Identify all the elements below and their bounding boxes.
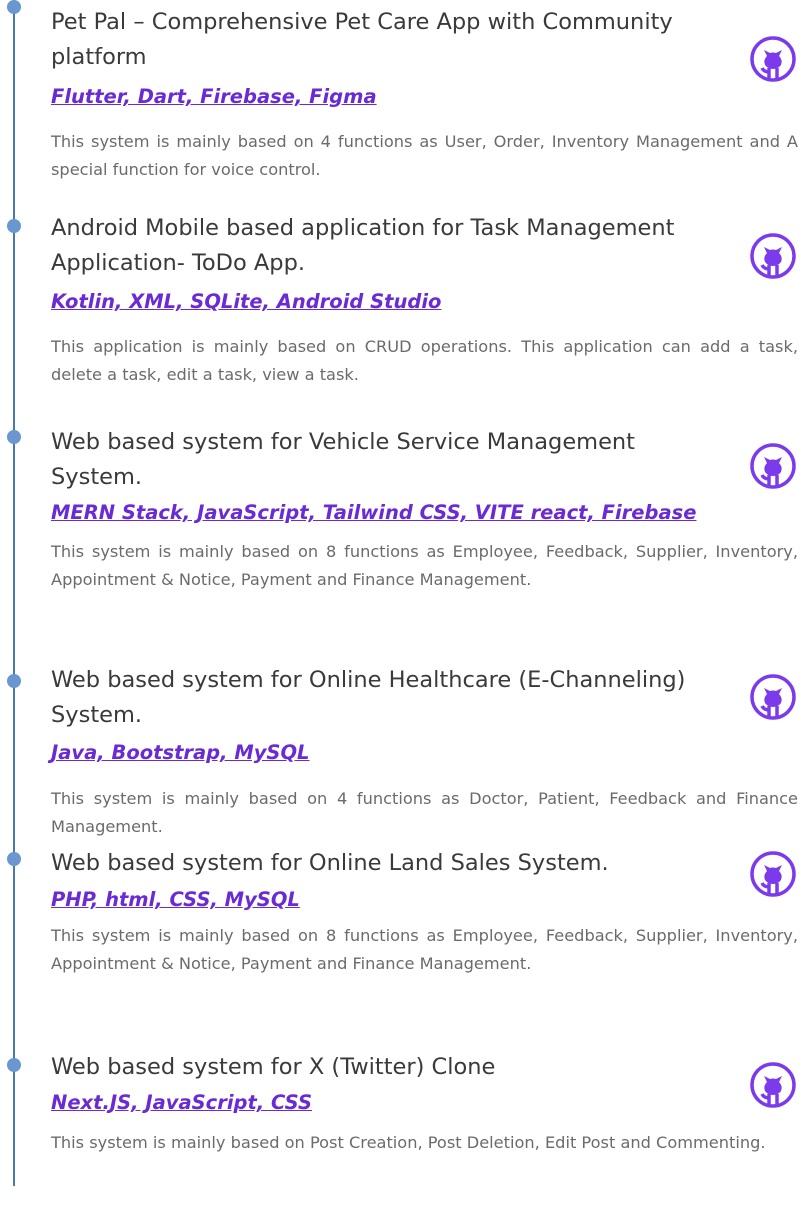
project-description: This system is mainly based on 4 functio… <box>51 789 798 836</box>
project-description: This system is mainly based on 8 functio… <box>51 542 798 589</box>
timeline-dot <box>7 852 21 866</box>
timeline-line <box>13 0 15 1186</box>
timeline-dot <box>7 0 21 14</box>
project-description: This system is mainly based on 8 functio… <box>51 926 798 973</box>
github-icon[interactable] <box>750 233 796 279</box>
project-title: Web based system for Online Healthcare (… <box>51 667 686 728</box>
project-tech-link[interactable]: Next.JS, JavaScript, CSS <box>51 1089 312 1117</box>
project-title: Pet Pal – Comprehensive Pet Care App wit… <box>51 9 673 70</box>
project-title: Android Mobile based application for Tas… <box>51 215 675 276</box>
timeline-dot <box>7 674 21 688</box>
github-icon[interactable] <box>750 674 796 720</box>
project-tech-link[interactable]: Java, Bootstrap, MySQL <box>51 739 309 767</box>
project-tech-link[interactable]: Kotlin, XML, SQLite, Android Studio <box>51 288 441 316</box>
github-icon[interactable] <box>750 851 796 897</box>
project-title: Web based system for Vehicle Service Man… <box>51 429 636 490</box>
timeline-dot <box>7 1058 21 1072</box>
github-icon[interactable] <box>750 1062 796 1108</box>
github-icon[interactable] <box>750 36 796 82</box>
project-description: This application is mainly based on CRUD… <box>51 337 798 384</box>
project-tech-link[interactable]: Flutter, Dart, Firebase, Figma <box>51 83 377 111</box>
project-description: This system is mainly based on 4 functio… <box>51 132 798 179</box>
timeline-dot <box>7 219 21 233</box>
project-tech-link[interactable]: MERN Stack, JavaScript, Tailwind CSS, VI… <box>51 499 696 527</box>
project-title: Web based system for Online Land Sales S… <box>51 850 609 876</box>
project-tech-link[interactable]: PHP, html, CSS, MySQL <box>51 886 300 914</box>
project-title: Web based system for X (Twitter) Clone <box>51 1054 496 1080</box>
github-icon[interactable] <box>750 443 796 489</box>
project-description: This system is mainly based on Post Crea… <box>51 1133 766 1152</box>
timeline-dot <box>7 430 21 444</box>
